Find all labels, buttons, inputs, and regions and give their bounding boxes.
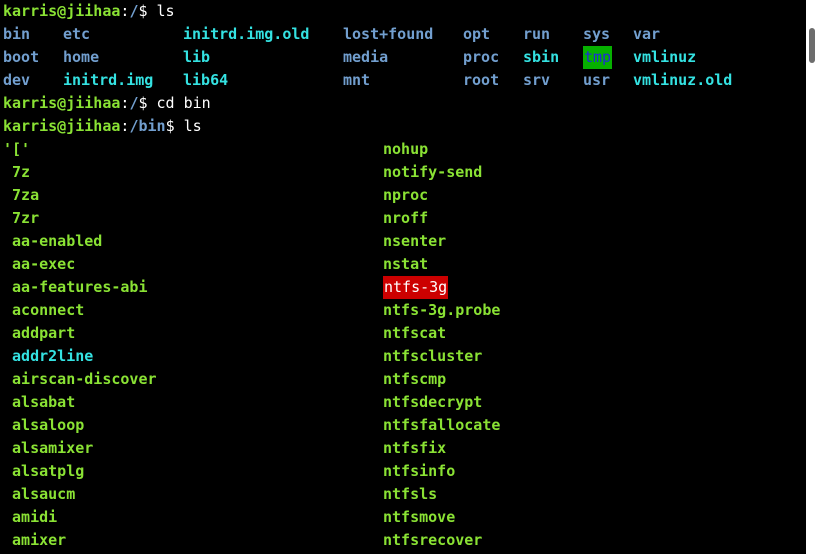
prompt-line-3: karris@jiihaa:/bin$ ls [3, 115, 803, 138]
scrollbar-thumb[interactable] [809, 28, 815, 63]
bin-entry: amixer [3, 531, 67, 549]
bin-entry: nsenter [383, 232, 447, 250]
bin-entry: nproc [383, 186, 429, 204]
entry-srv: srv [523, 71, 551, 89]
bin-row: 7za nproc [3, 184, 803, 207]
bin-entry: ntfscmp [383, 370, 447, 388]
prompt-symbol: $ [165, 117, 184, 135]
entry-var: var [633, 25, 661, 43]
prompt-user: karris@jiihaa [3, 117, 121, 135]
entry-usr: usr [583, 71, 611, 89]
entry-run: run [523, 25, 551, 43]
bin-entry: ntfsinfo [383, 462, 456, 480]
root-listing-row-2: boot home lib media proc sbin tmp vmlinu… [3, 46, 803, 69]
bin-entry: ntfscluster [383, 347, 483, 365]
bin-entry: nohup [383, 140, 429, 158]
bin-entry: ntfsrecover [383, 531, 483, 549]
entry-proc: proc [463, 48, 500, 66]
prompt-user: karris@jiihaa [3, 94, 121, 112]
bin-entry: nstat [383, 255, 429, 273]
bin-entry: aconnect [3, 301, 85, 319]
vertical-scrollbar[interactable] [806, 0, 818, 554]
bin-entry: 7za [3, 186, 40, 204]
bin-entry: 7zr [3, 209, 40, 227]
entry-root: root [463, 71, 500, 89]
prompt-symbol: $ [138, 2, 157, 20]
root-listing-row-3: dev initrd.img lib64 mnt root srv usr vm… [3, 69, 803, 92]
bin-entry: airscan-discover [3, 370, 157, 388]
prompt-command: cd bin [156, 94, 211, 112]
bin-entry: 7z [3, 163, 31, 181]
prompt-command: ls [156, 2, 175, 20]
bin-entry: aa-features-abi [3, 278, 148, 296]
bin-entry: '[' [3, 140, 31, 158]
bin-row: alsaucm ntfsls [3, 483, 803, 506]
entry-home: home [63, 48, 100, 66]
bin-row: aconnect ntfs-3g.probe [3, 299, 803, 322]
bin-row: aa-enabled nsenter [3, 230, 803, 253]
bin-row: 7zr nroff [3, 207, 803, 230]
bin-entry: alsamixer [3, 439, 94, 457]
bin-entry: ntfsfix [383, 439, 447, 457]
bin-entry: alsatplg [3, 462, 85, 480]
bin-entry: addpart [3, 324, 76, 342]
bin-row: aa-features-abi ntfs-3g [3, 276, 803, 299]
bin-entry: aa-enabled [3, 232, 103, 250]
bin-entry-setuid: ntfs-3g [383, 276, 449, 299]
prompt-path: /bin [129, 117, 166, 135]
entry-bin: bin [3, 25, 31, 43]
bin-entry: nroff [383, 209, 429, 227]
bin-entry: amidi [3, 508, 58, 526]
terminal-output[interactable]: karris@jiihaa:/$ ls bin etc initrd.img.o… [0, 0, 806, 554]
entry-dev: dev [3, 71, 31, 89]
prompt-user: karris@jiihaa [3, 2, 121, 20]
bin-row: alsabat ntfsdecrypt [3, 391, 803, 414]
entry-sbin: sbin [523, 48, 560, 66]
bin-entry: ntfsdecrypt [383, 393, 483, 411]
entry-opt: opt [463, 25, 491, 43]
bin-entry: alsaloop [3, 416, 85, 434]
bin-entry: ntfsmove [383, 508, 456, 526]
bin-row: amixer ntfsrecover [3, 529, 803, 552]
bin-entry-symlink: addr2line [3, 347, 94, 365]
bin-entry: alsaucm [3, 485, 76, 503]
bin-row: 7z notify-send [3, 161, 803, 184]
entry-vmlinuz-old: vmlinuz.old [633, 71, 733, 89]
entry-media: media [343, 48, 389, 66]
bin-entry: alsabat [3, 393, 76, 411]
bin-row: amidi ntfsmove [3, 506, 803, 529]
bin-row: '[' nohup [3, 138, 803, 161]
entry-lib64: lib64 [183, 71, 229, 89]
prompt-line-2: karris@jiihaa:/$ cd bin [3, 92, 803, 115]
entry-initrd-img-old: initrd.img.old [183, 25, 310, 43]
bin-entry: ntfscat [383, 324, 447, 342]
bin-row: addr2line ntfscluster [3, 345, 803, 368]
bin-entry: ntfs-3g.probe [383, 301, 501, 319]
bin-row: alsatplg ntfsinfo [3, 460, 803, 483]
bin-row: addpart ntfscat [3, 322, 803, 345]
entry-sys: sys [583, 25, 611, 43]
bin-entry: notify-send [383, 163, 483, 181]
terminal-window: karris@jiihaa:/$ ls bin etc initrd.img.o… [0, 0, 818, 554]
prompt-command: ls [183, 117, 202, 135]
bin-row: alsaloop ntfsfallocate [3, 414, 803, 437]
entry-etc: etc [63, 25, 91, 43]
entry-lost-found: lost+found [343, 25, 434, 43]
bin-row: airscan-discover ntfscmp [3, 368, 803, 391]
entry-initrd-img: initrd.img [63, 71, 154, 89]
bin-entry: aa-exec [3, 255, 76, 273]
entry-mnt: mnt [343, 71, 371, 89]
bin-row: alsamixer ntfsfix [3, 437, 803, 460]
prompt-symbol: $ [138, 94, 157, 112]
prompt-line-1: karris@jiihaa:/$ ls [3, 0, 803, 23]
entry-tmp: tmp [583, 46, 613, 69]
entry-vmlinuz: vmlinuz [633, 48, 697, 66]
entry-boot: boot [3, 48, 40, 66]
root-listing-row-1: bin etc initrd.img.old lost+found opt ru… [3, 23, 803, 46]
bin-row: aa-exec nstat [3, 253, 803, 276]
entry-lib: lib [183, 48, 211, 66]
bin-entry: ntfsls [383, 485, 438, 503]
bin-entry: ntfsfallocate [383, 416, 501, 434]
